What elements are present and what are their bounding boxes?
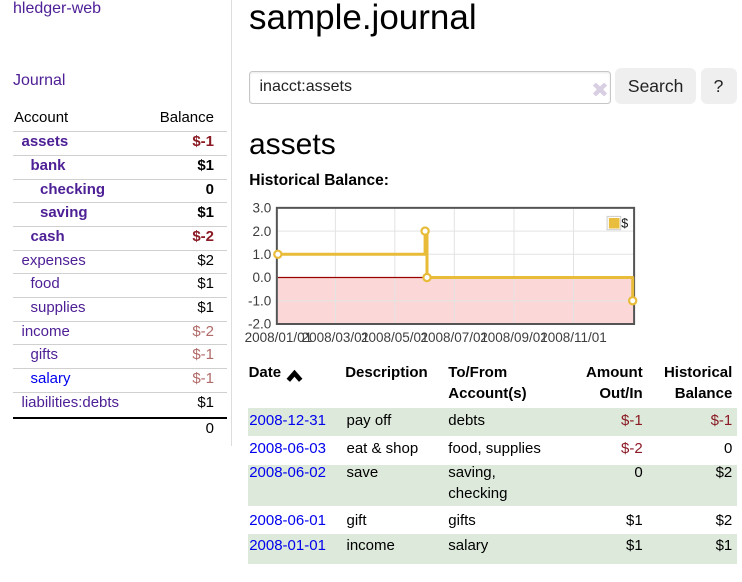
svg-text:2008/11/01: 2008/11/01 [540, 330, 607, 345]
svg-text:2.0: 2.0 [253, 224, 272, 239]
svg-text:2008/03/01: 2008/03/01 [302, 330, 370, 345]
svg-text:2008/05/01: 2008/05/01 [361, 330, 429, 345]
svg-text:2008/09/01: 2008/09/01 [480, 330, 548, 345]
svg-text:0.0: 0.0 [253, 270, 272, 285]
svg-text:1.0: 1.0 [253, 247, 272, 262]
svg-text:$: $ [621, 216, 628, 230]
svg-text:2008/07/01: 2008/07/01 [421, 330, 489, 345]
svg-text:-1.0: -1.0 [248, 294, 271, 309]
svg-text:3.0: 3.0 [253, 201, 272, 216]
